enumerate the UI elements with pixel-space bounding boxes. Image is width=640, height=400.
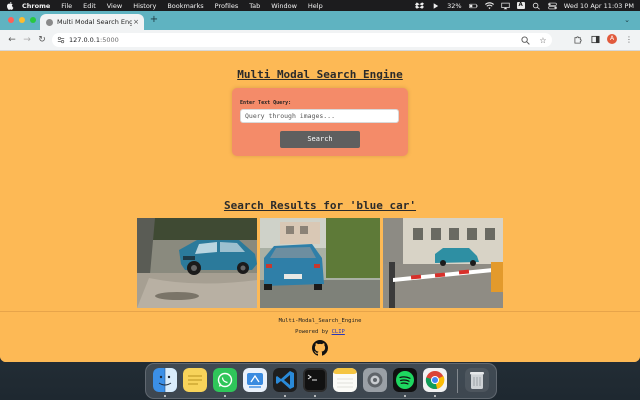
spotify-running-indicator [404,395,406,397]
back-arrow-icon[interactable]: ← [6,34,18,46]
results-title: Search Results for 'blue car' [223,199,417,212]
url-port: :5000 [100,36,119,44]
tab-search-chevron-icon[interactable]: ⌄ [622,15,632,25]
finder-icon[interactable] [153,368,177,392]
menu-bar-status-area: 32% A Wed 10 Apr 11:03 PM [415,0,634,11]
github-icon[interactable] [312,340,328,356]
terminal-icon[interactable] [303,368,327,392]
apple-menu-icon[interactable] [6,1,14,10]
maximize-window-button[interactable] [30,17,36,23]
menu-view[interactable]: View [107,2,122,10]
side-panel-icon[interactable] [590,34,600,44]
blue-hatchback-rear-view-image [260,218,380,308]
footer-divider [0,311,640,312]
tab-strip: Multi Modal Search Engine × + ⌄ [0,11,640,30]
spotify-icon[interactable] [393,368,417,392]
page-title: Multi Modal Search Engine [237,68,403,81]
terminal-running-indicator [314,395,316,397]
menu-help[interactable]: Help [308,2,323,10]
finder-running-indicator [164,395,166,397]
battery-percentage: 32% [447,1,462,10]
query-label: Enter Text Query: [240,100,292,106]
chrome-icon[interactable] [423,368,447,392]
tab-title: Multi Modal Search Engine [57,18,132,26]
input-source-badge[interactable]: A [516,2,525,9]
clip-link[interactable]: CLIP [332,329,345,335]
wifi-icon[interactable] [484,1,494,10]
extension-puzzle-icon[interactable] [573,34,583,44]
vscode-icon[interactable] [273,368,297,392]
spotlight-search-icon[interactable] [532,2,541,10]
screen-mirroring-icon[interactable] [500,2,510,10]
system-settings-icon[interactable] [363,368,387,392]
blue-car-parked-on-gravel-image [137,218,257,308]
toolbar-right-actions: A ⋮ [573,34,634,44]
macos-dock [145,363,497,399]
result-image-1[interactable] [137,218,257,308]
new-tab-plus-icon[interactable]: + [149,15,159,25]
close-window-button[interactable] [8,17,14,23]
blue-car-behind-barrier-image [383,218,503,308]
menu-file[interactable]: File [61,2,72,10]
profile-avatar[interactable]: A [607,34,617,44]
app-store-connect-icon[interactable] [243,368,267,392]
whatsapp-running-indicator [224,395,226,397]
chrome-running-indicator [434,395,436,397]
forward-arrow-icon[interactable]: → [21,34,33,46]
control-center-icon[interactable] [548,2,557,10]
results-grid [137,218,503,308]
macos-menu-bar: Chrome File Edit View History Bookmarks … [0,0,640,11]
vscode-running-indicator [284,395,286,397]
menu-tab[interactable]: Tab [249,2,260,10]
close-tab-icon[interactable]: × [132,18,140,26]
menu-bar-clock[interactable]: Wed 10 Apr 11:03 PM [564,2,634,10]
powered-by-prefix: Powered by [295,329,332,335]
dock-divider [457,369,458,393]
play-icon[interactable] [431,2,440,10]
query-input[interactable]: Query through images... [240,109,399,123]
menu-bookmarks[interactable]: Bookmarks [167,2,203,10]
zoom-search-icon[interactable] [520,35,530,45]
footer-project-name: Multi-Modal_Search_Engine [278,318,362,324]
bookmark-star-icon[interactable]: ☆ [538,35,548,45]
minimize-window-button[interactable] [19,17,25,23]
notes-yellow-icon[interactable] [183,368,207,392]
dropbox-icon[interactable] [415,1,425,10]
address-bar[interactable]: 127.0.0.1:5000 ☆ [52,33,552,47]
search-button[interactable]: Search [280,131,360,148]
chrome-menu-kebab-icon[interactable]: ⋮ [624,34,634,44]
notes-icon[interactable] [333,368,357,392]
menu-window[interactable]: Window [271,2,297,10]
page-content: Multi Modal Search Engine Enter Text Que… [0,51,640,362]
chrome-window: Multi Modal Search Engine × + ⌄ ← → ↻ 12… [0,11,640,362]
menu-edit[interactable]: Edit [83,2,96,10]
result-image-3[interactable] [383,218,503,308]
whatsapp-icon[interactable] [213,368,237,392]
window-controls [8,17,36,23]
tab-multi-modal-search[interactable]: Multi Modal Search Engine × [40,14,144,30]
address-bar-actions: ☆ [520,35,548,45]
menu-profiles[interactable]: Profiles [215,2,239,10]
footer-powered-by: Powered by CLIP [0,329,640,335]
site-info-icon[interactable] [56,36,65,45]
reload-icon[interactable]: ↻ [36,34,48,46]
result-image-2[interactable] [260,218,380,308]
trash-icon[interactable] [465,368,489,392]
url-host: 127.0.0.1 [69,36,101,44]
menu-app-name[interactable]: Chrome [22,2,50,10]
browser-toolbar: ← → ↻ 127.0.0.1:5000 ☆ A ⋮ [0,30,640,51]
battery-icon[interactable] [468,2,478,10]
search-card: Enter Text Query: Query through images..… [232,88,408,156]
menu-history[interactable]: History [133,2,156,10]
globe-icon [46,18,53,26]
